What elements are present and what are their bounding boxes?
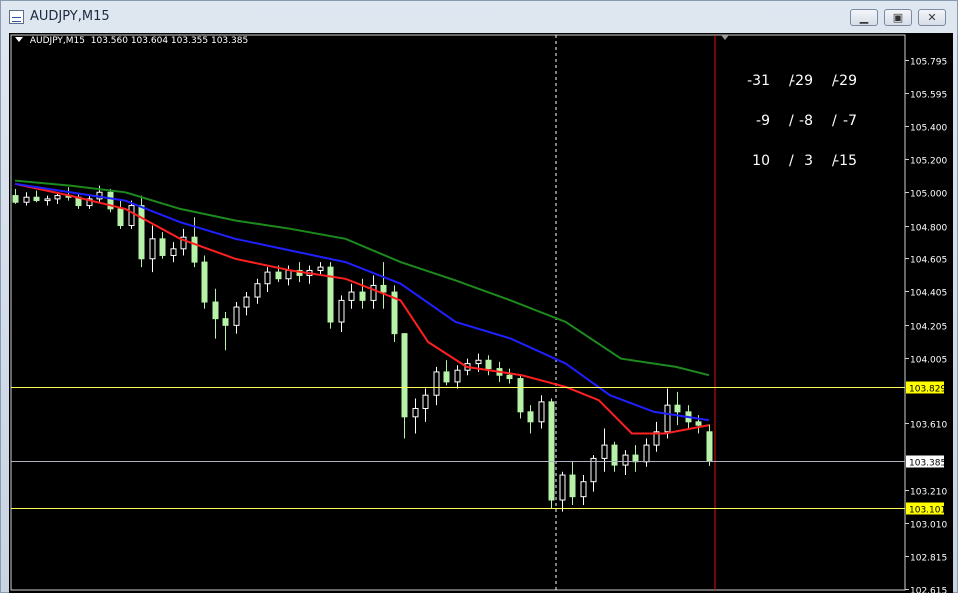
candle-bull <box>285 269 292 280</box>
price-axis-label: 105.200 <box>910 157 947 167</box>
candle-bull <box>412 408 419 418</box>
candle-bull <box>317 266 324 271</box>
candle-bull <box>243 296 250 308</box>
price-axis-label: 103.610 <box>910 421 947 431</box>
candle-bear <box>443 371 450 383</box>
candle-bull <box>370 284 377 301</box>
candle-bear <box>401 333 408 418</box>
price-axis-label: 103.010 <box>910 521 947 531</box>
chart-info-line: AUDJPY,M15 103.560 103.604 103.355 103.3… <box>15 36 248 46</box>
close-button[interactable]: ✕ <box>918 9 946 26</box>
shift-marker-icon <box>721 35 729 40</box>
candle-bull <box>348 291 355 301</box>
candle-bull <box>559 474 566 501</box>
chart-menu-triangle-icon[interactable] <box>15 37 23 42</box>
candle-bull <box>601 444 608 459</box>
maximize-button[interactable]: ▣ <box>884 9 912 26</box>
candle-bull <box>23 196 30 203</box>
close-icon: ✕ <box>927 11 937 24</box>
candle-bear <box>275 271 282 280</box>
signal-value: 3 <box>804 153 813 169</box>
candle-bear <box>695 421 702 426</box>
candle-bull <box>233 306 240 326</box>
candle-bull <box>475 359 482 365</box>
candle-bear <box>706 431 713 462</box>
chart-ohlc-label: 103.560 103.604 103.355 103.385 <box>90 36 249 46</box>
candle-bull <box>338 299 345 323</box>
minimize-button[interactable]: ▁ <box>850 9 878 26</box>
chart-symbol-label: AUDJPY,M15 <box>29 36 86 46</box>
price-axis-label: 105.595 <box>910 91 947 101</box>
candle-bear <box>191 236 198 263</box>
price-axis-label: 105.400 <box>910 124 947 134</box>
window-title: AUDJPY,M15 <box>30 9 110 24</box>
signal-value: -29 <box>790 73 813 89</box>
price-axis-label: 102.815 <box>910 554 947 564</box>
candle-bull <box>433 371 440 396</box>
minimize-icon: ▁ <box>859 11 869 24</box>
candle-bear <box>485 359 492 370</box>
price-axis-label: 105.795 <box>910 58 947 68</box>
chart-window-icon <box>9 10 24 24</box>
chart-window: AUDJPY,M15 ▁ ▣ ✕ 103.829 103.385 103.101 10… <box>0 0 958 593</box>
candle-bull <box>128 205 135 227</box>
candle-bull <box>422 394 429 410</box>
candle-bull <box>643 444 650 463</box>
candle-bear <box>506 374 513 380</box>
candle-bear <box>674 404 681 413</box>
candle-bull <box>264 271 271 285</box>
candle-bull <box>622 454 629 466</box>
candle-bear <box>632 454 639 463</box>
candle-bear <box>548 401 555 501</box>
signal-value: -31 <box>747 73 770 89</box>
candle-bear <box>380 284 387 293</box>
title-bar[interactable]: AUDJPY,M15 ▁ ▣ ✕ <box>1 1 958 33</box>
signal-separator: / <box>789 73 794 89</box>
candle-bull <box>149 238 156 260</box>
price-axis-label: 104.005 <box>910 356 947 366</box>
signal-separator: / <box>832 153 837 169</box>
candle-bear <box>159 238 166 256</box>
price-axis-label: 104.405 <box>910 289 947 299</box>
price-axis-label: 102.615 <box>910 587 947 593</box>
candle-bear <box>527 411 534 423</box>
candle-bear <box>611 444 618 466</box>
signal-value: -9 <box>756 113 770 129</box>
price-axis-label: 104.800 <box>910 224 947 234</box>
price-level-tag-label: 103.385 <box>909 459 946 469</box>
candle-bear <box>222 318 229 326</box>
candle-bear <box>212 301 219 320</box>
candle-bull <box>580 481 587 498</box>
signal-value: -8 <box>799 113 813 129</box>
signal-separator: / <box>832 113 837 129</box>
candle-bull <box>170 248 177 256</box>
candle-bear <box>359 291 366 301</box>
signal-value: 10 <box>752 153 770 169</box>
plot-frame <box>10 34 906 591</box>
chart-area[interactable]: 103.829 103.385 103.101 105.795 105.595 105.4… <box>9 33 953 593</box>
signal-separator: / <box>789 153 794 169</box>
price-axis-label: 104.205 <box>910 323 947 333</box>
candle-bull <box>454 369 461 383</box>
price-axis-label: 103.210 <box>910 488 947 498</box>
candle-bear <box>517 378 524 413</box>
price-level-tag-label: 103.101 <box>909 506 946 516</box>
candle-bear <box>117 208 124 227</box>
candle-bear <box>12 195 19 203</box>
candle-bull <box>538 401 545 423</box>
candle-bear <box>138 205 145 260</box>
price-axis-label: 104.605 <box>910 256 947 266</box>
signal-separator: / <box>789 113 794 129</box>
candle-bull <box>44 198 51 202</box>
candle-bear <box>569 474 576 498</box>
maximize-icon: ▣ <box>892 11 904 24</box>
candle-bull <box>54 195 61 200</box>
candle-bull <box>664 404 671 433</box>
signal-separator: / <box>832 73 837 89</box>
candle-bull <box>254 283 261 298</box>
candle-bear <box>33 196 40 202</box>
price-level-tag-label: 103.829 <box>909 385 946 395</box>
candle-bear <box>201 261 208 303</box>
price-axis-label: 105.000 <box>910 190 947 200</box>
